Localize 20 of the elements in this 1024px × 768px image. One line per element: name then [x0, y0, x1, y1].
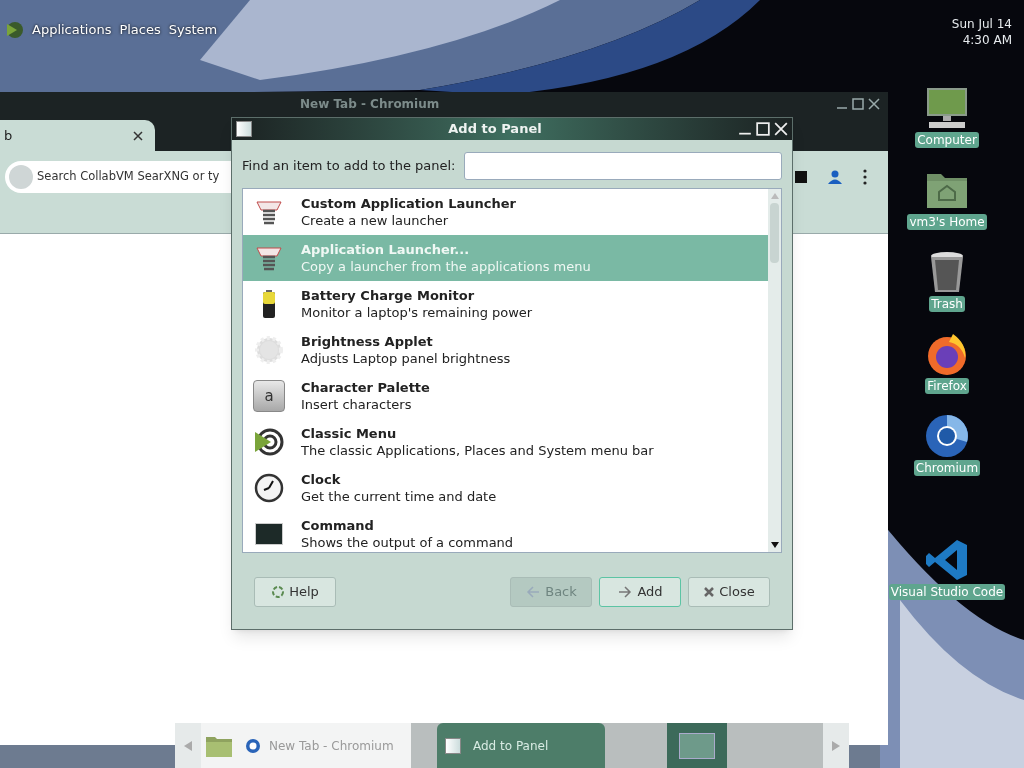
item-description: Insert characters — [301, 396, 413, 413]
item-name: Brightness Applet — [301, 333, 434, 350]
item-name: Custom Application Launcher — [301, 195, 516, 212]
item-name: Battery Charge Monitor — [301, 287, 476, 304]
item-description: Copy a launcher from the applications menu — [301, 258, 591, 275]
item-name: Command — [301, 517, 375, 534]
item-description: Adjusts Laptop panel brightness — [301, 350, 511, 367]
item-description: The classic Applications, Places and System menu bar — [301, 442, 654, 459]
item-description: Monitor a laptop's remaining power — [301, 304, 533, 321]
find-label: Find an item to add to the panel: — [242, 157, 456, 176]
item-description: Shows the output of a command — [301, 534, 514, 551]
item-name: Classic Menu — [301, 425, 398, 442]
item-description: Get the current time and date — [301, 488, 497, 505]
item-name: Clock — [301, 471, 342, 488]
item-description: Create a new launcher — [301, 212, 450, 229]
window-title: Add to Panel — [447, 120, 543, 139]
item-name: Application Launcher... — [301, 241, 471, 258]
item-name: Character Palette — [301, 379, 430, 396]
character-key-icon: a — [253, 380, 285, 412]
window-title: New Tab - Chromium — [300, 96, 440, 113]
